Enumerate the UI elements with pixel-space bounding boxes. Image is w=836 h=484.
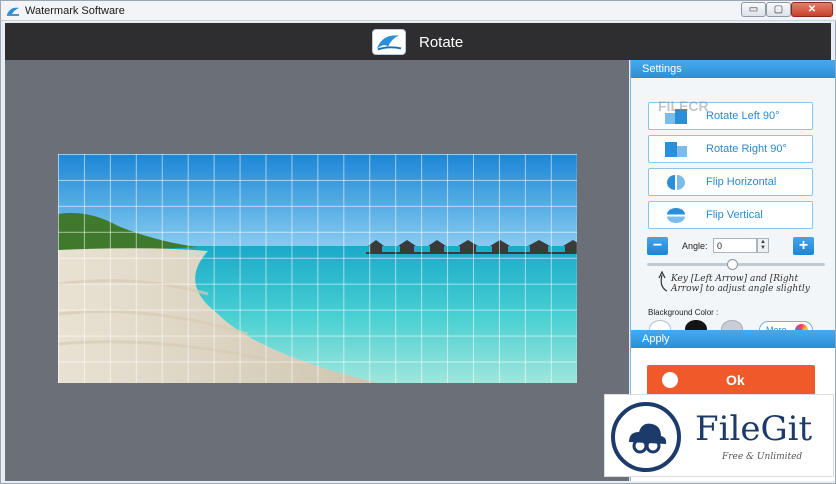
grid-overlay bbox=[58, 154, 577, 383]
rotate-right-icon bbox=[665, 142, 687, 157]
preview-image[interactable] bbox=[58, 154, 577, 383]
title-bar: Watermark Software ▭ ▢ ✕ bbox=[1, 1, 836, 21]
filegit-brand: FileGit bbox=[695, 409, 813, 449]
angle-spinner[interactable]: ▲ ▼ bbox=[757, 238, 769, 253]
flip-horizontal-label: Flip Horizontal bbox=[706, 176, 777, 188]
angle-label: Angle: bbox=[682, 241, 708, 251]
header-bar: Rotate bbox=[5, 23, 831, 60]
ok-button[interactable]: Ok bbox=[647, 365, 815, 395]
maximize-icon: ▢ bbox=[773, 4, 784, 15]
flip-vertical-icon bbox=[667, 208, 685, 223]
spin-down-icon[interactable]: ▼ bbox=[758, 245, 768, 251]
close-button[interactable]: ✕ bbox=[791, 2, 833, 17]
app-icon bbox=[7, 7, 19, 16]
page-title: Rotate bbox=[419, 34, 464, 51]
bird-logo-icon bbox=[372, 29, 406, 55]
curved-arrow-icon bbox=[658, 270, 668, 292]
app-window: Watermark Software ▭ ▢ ✕ Rotate Settings… bbox=[0, 0, 836, 484]
ok-label: Ok bbox=[726, 372, 745, 388]
settings-body: Rotate Left 90° FILECR Rotate Right 90° … bbox=[631, 78, 835, 339]
close-icon: ✕ bbox=[807, 4, 817, 15]
settings-header: Settings bbox=[631, 60, 835, 78]
check-icon bbox=[662, 372, 678, 388]
apply-header: Apply bbox=[631, 330, 835, 348]
filegit-watermark: FileGit Free & Unlimited bbox=[604, 394, 834, 477]
preview-canvas[interactable] bbox=[5, 60, 629, 481]
minimize-button[interactable]: ▭ bbox=[741, 2, 766, 17]
filecr-watermark: FILECR bbox=[658, 98, 709, 114]
flip-vertical-label: Flip Vertical bbox=[706, 209, 763, 221]
filegit-logo-icon bbox=[611, 402, 681, 472]
filegit-tagline: Free & Unlimited bbox=[722, 452, 803, 462]
background-color-label: Blackground Color : bbox=[648, 308, 719, 317]
rotate-left-label: Rotate Left 90° bbox=[706, 110, 780, 122]
window-title: Watermark Software bbox=[25, 5, 125, 17]
rotate-right-label: Rotate Right 90° bbox=[706, 143, 787, 155]
flip-horizontal-button[interactable]: Flip Horizontal bbox=[648, 168, 813, 196]
maximize-button[interactable]: ▢ bbox=[766, 2, 791, 17]
rotate-right-button[interactable]: Rotate Right 90° bbox=[648, 135, 813, 163]
angle-increase-button[interactable]: + bbox=[793, 237, 814, 255]
angle-hint: Key [Left Arrow] and [Right Arrow] to ad… bbox=[671, 274, 810, 294]
flip-horizontal-icon bbox=[667, 175, 685, 190]
angle-input[interactable]: 0 bbox=[713, 238, 757, 253]
angle-slider-thumb[interactable] bbox=[727, 259, 738, 270]
minimize-icon: ▭ bbox=[748, 4, 759, 15]
flip-vertical-button[interactable]: Flip Vertical bbox=[648, 201, 813, 229]
angle-decrease-button[interactable]: − bbox=[647, 237, 668, 255]
